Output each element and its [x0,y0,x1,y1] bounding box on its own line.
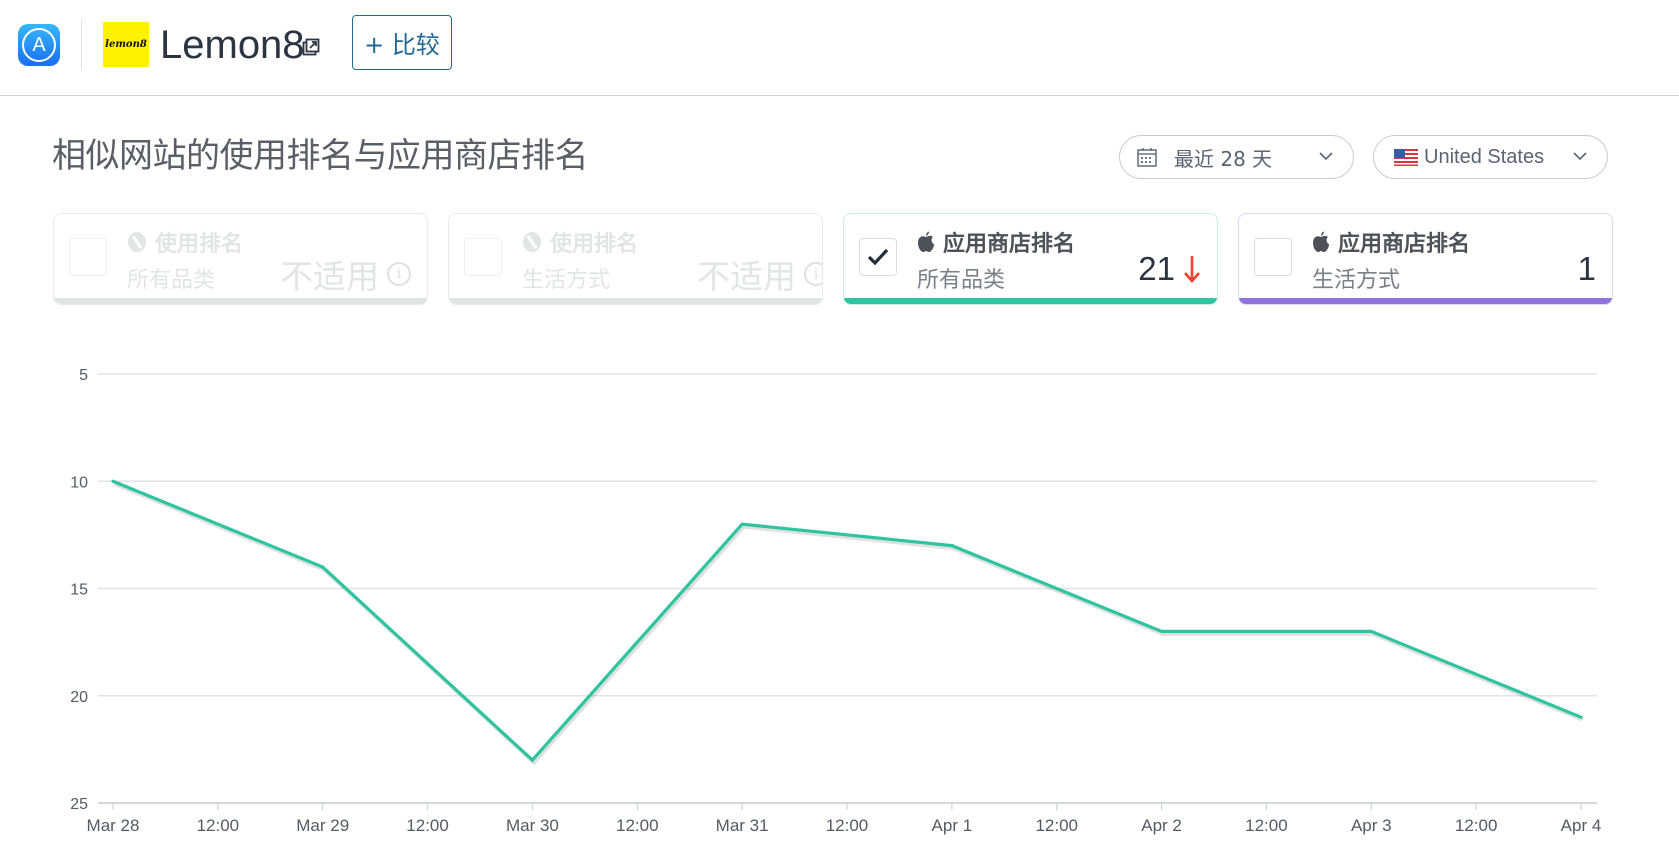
country-value: United States [1424,145,1545,168]
x-tick-label: 12:00 [1245,816,1288,835]
data-point [321,565,325,569]
x-tick-label: Apr 1 [932,816,973,835]
metric-value: 21 [1138,250,1175,287]
x-tick-label: 12:00 [826,816,869,835]
x-tick-label: 12:00 [406,816,449,835]
metric-title: 应用商店排名 [1338,232,1471,257]
data-point [950,544,954,548]
y-tick-label: 10 [70,474,88,491]
external-link-icon[interactable] [302,38,320,56]
app-logo-text: lemon8 [105,39,147,50]
metric-card-store-rank-all: 应用商店排名 所有品类 21 [843,213,1218,305]
metric-checkbox[interactable] [1254,238,1292,276]
data-point [740,522,744,526]
metric-value: 不适用 [280,258,379,295]
calendar-icon [1137,148,1157,167]
chevron-down-icon [1319,152,1333,161]
metric-title-row: 应用商店排名 [1312,226,1470,258]
compare-button[interactable]: + 比较 [352,15,452,70]
app-name: Lemon8 [160,23,305,67]
x-tick-label: Apr 4 [1561,816,1602,835]
checkmark-icon [867,248,889,266]
x-tick-label: 12:00 [1455,816,1498,835]
metric-card-usage-rank-lifestyle: 使用排名 生活方式 不适用 i [448,213,823,305]
metric-subtitle: 生活方式 [522,268,611,293]
y-tick-label: 5 [79,367,88,384]
metric-title: 使用排名 [155,232,244,257]
metric-title-row: 使用排名 [127,226,243,258]
x-tick-label: 12:00 [616,816,659,835]
chevron-down-icon [1573,152,1587,161]
similarweb-icon [128,232,146,252]
y-tick-label: 15 [70,582,88,599]
metric-value-row: 1 [1578,250,1596,288]
metric-value-row: 不适用 i [697,250,822,298]
similarweb-icon [523,232,541,252]
metric-checkbox[interactable] [464,238,502,276]
x-tick-label: Mar 28 [87,816,140,835]
apple-icon [918,231,934,252]
metric-title-row: 使用排名 [522,226,638,258]
chart-y-axis: 5 10 15 20 25 [70,367,88,813]
data-point [530,758,535,762]
us-flag-icon [1394,148,1418,166]
chart-series [111,479,1584,765]
x-tick-label: Apr 3 [1351,816,1392,835]
metric-accent-bar [449,298,822,304]
header-divider [81,20,82,70]
data-point [1579,715,1583,719]
chart-x-axis: Mar 28 12:00 Mar 29 12:00 Mar 30 12:00 Mar 31 1… [87,803,1602,835]
y-tick-label: 20 [70,689,88,706]
chart-gridlines [98,373,1597,804]
data-point [1159,629,1164,633]
x-tick-label: 12:00 [1035,816,1078,835]
x-tick-label: Mar 30 [506,816,559,835]
data-point [1369,629,1373,633]
x-tick-label: Mar 29 [296,816,349,835]
y-tick-label: 25 [70,796,88,813]
date-range-value: 最近 28 天 [1174,146,1273,171]
metric-subtitle: 所有品类 [127,268,216,293]
rank-line-chart: 5 10 15 20 25 Mar 28 12:00 Mar 29 12:00 Mar 30 12… [70,367,1602,835]
data-point [111,479,115,483]
arrow-down-icon [1184,256,1200,283]
metric-accent-bar [54,298,427,304]
x-tick-label: Apr 2 [1141,816,1182,835]
metric-subtitle: 所有品类 [917,268,1006,293]
metric-card-store-rank-lifestyle: 应用商店排名 生活方式 1 [1238,213,1613,305]
app-header: A lemon8 Lemon8 + 比较 [0,0,1679,96]
metric-title: 应用商店排名 [943,232,1076,257]
info-icon[interactable]: i [804,262,822,286]
metric-checkbox-checked[interactable] [859,238,897,276]
metric-subtitle: 生活方式 [1312,268,1401,293]
metric-value-row: 21 [1138,250,1201,288]
metric-value: 1 [1577,250,1596,287]
metric-value: 不适用 [697,258,796,295]
metric-value-row: 不适用 i [280,250,411,298]
metric-accent-bar [1239,298,1612,304]
date-range-dropdown[interactable]: 最近 28 天 [1119,135,1354,179]
x-tick-label: Mar 31 [716,816,769,835]
apple-icon [1313,231,1329,252]
info-icon[interactable]: i [387,262,411,286]
series-line-shadow [113,481,1584,765]
metric-title: 使用排名 [550,232,639,257]
country-dropdown[interactable]: United States [1373,135,1608,179]
series-line [112,479,1582,763]
app-store-icon: A [18,24,60,66]
x-tick-label: 12:00 [197,816,240,835]
metric-card-usage-rank-all: 使用排名 所有品类 不适用 i [53,213,428,305]
metric-title-row: 应用商店排名 [917,226,1075,258]
metric-checkbox[interactable] [69,238,107,276]
metric-accent-bar [844,298,1217,304]
section-title: 相似网站的使用排名与应用商店排名 [52,136,589,176]
app-logo: lemon8 [103,22,149,67]
